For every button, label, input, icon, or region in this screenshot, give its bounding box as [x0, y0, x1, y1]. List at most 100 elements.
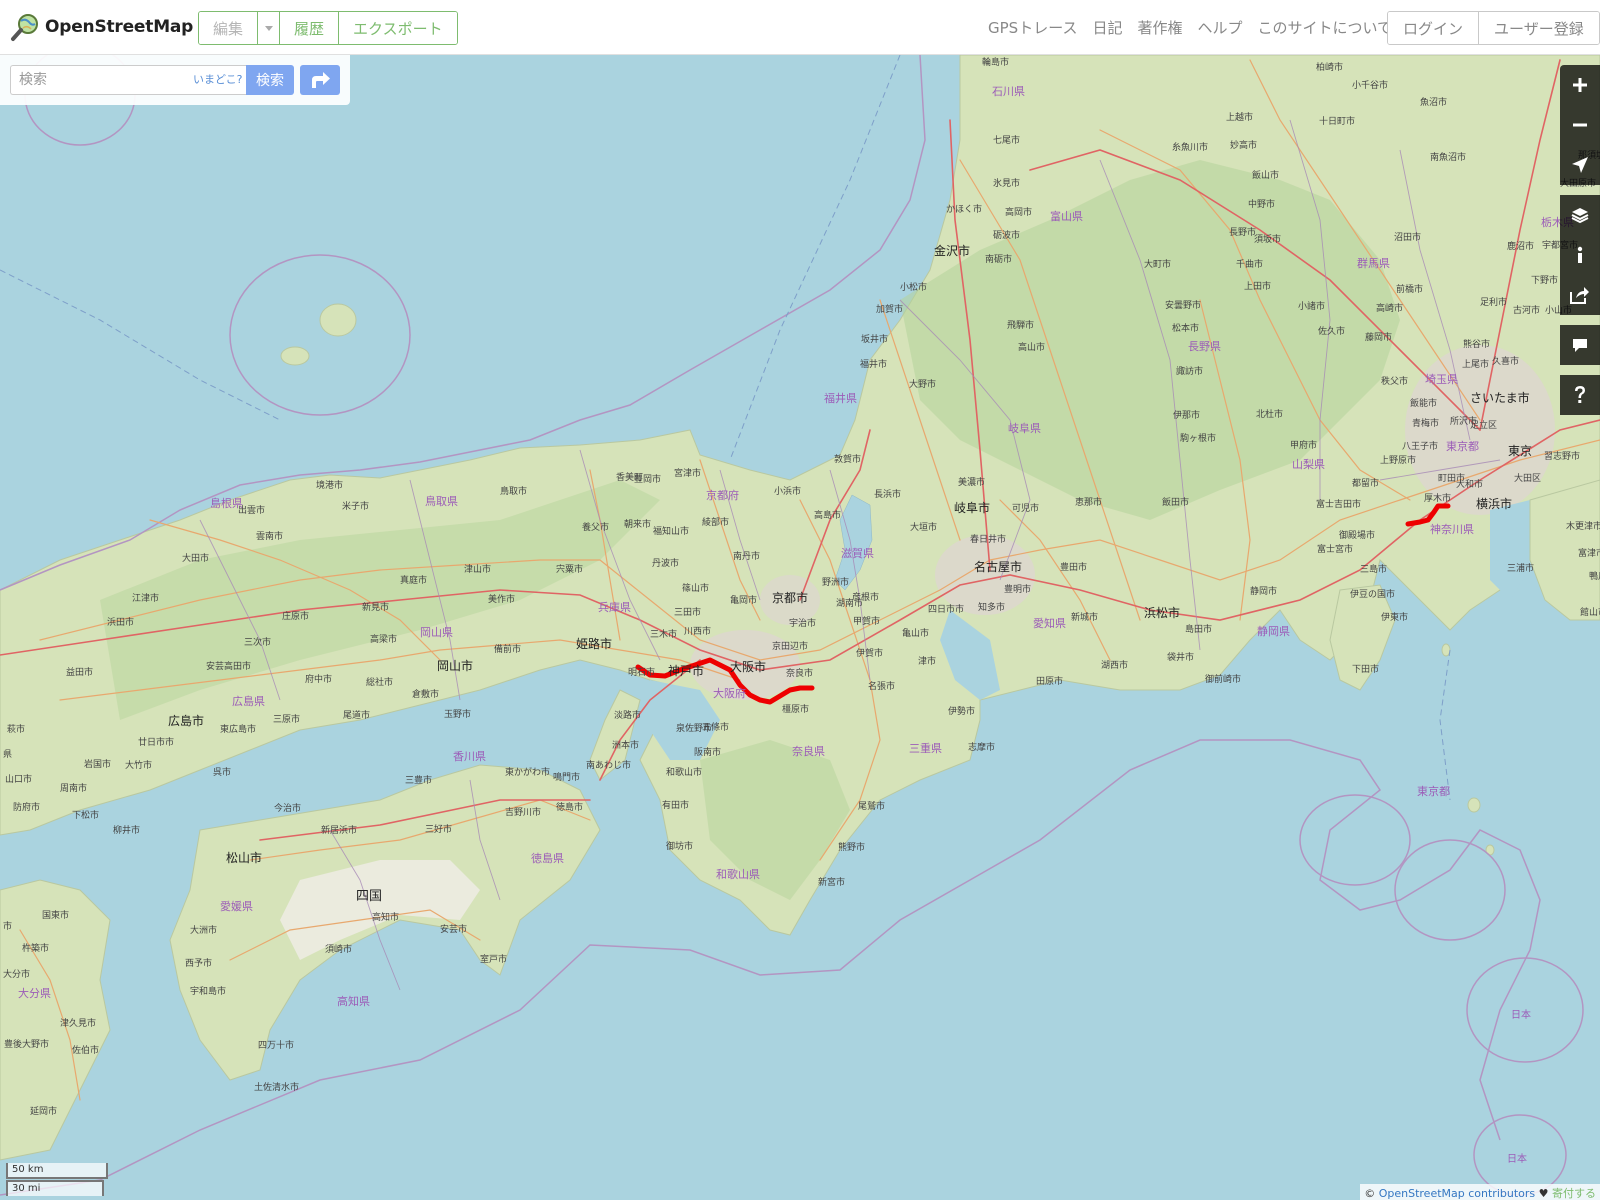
svg-text:鴨川市: 鴨川市 [1589, 570, 1600, 582]
nav-links: GPSトレース 日記 著作権 ヘルプ このサイトについて [988, 17, 1392, 38]
map[interactable]: 石川県 富山県 福井県 岐阜県 長野県 群馬県 栃木県 埼玉県 東京都 山梨県 … [0, 55, 1600, 1200]
add-note-button[interactable] [1560, 325, 1600, 365]
locate-button[interactable] [1560, 145, 1600, 185]
svg-text:鹿沼市: 鹿沼市 [1507, 240, 1534, 252]
svg-text:三次市: 三次市 [244, 636, 271, 648]
history-button[interactable]: 履歴 [280, 12, 340, 44]
svg-text:糸魚川市: 糸魚川市 [1172, 141, 1208, 153]
svg-text:伊豆の国市: 伊豆の国市 [1350, 588, 1395, 600]
svg-text:杵築市: 杵築市 [22, 942, 49, 954]
svg-text:室戸市: 室戸市 [480, 953, 507, 965]
svg-text:徳島県: 徳島県 [531, 851, 564, 865]
svg-text:亀岡市: 亀岡市 [730, 594, 757, 606]
search-button[interactable]: 検索 [246, 65, 294, 95]
svg-text:大野市: 大野市 [909, 378, 936, 390]
svg-text:市: 市 [3, 920, 12, 932]
svg-text:高山市: 高山市 [1018, 341, 1045, 353]
svg-text:上尾市: 上尾市 [1462, 358, 1489, 370]
svg-text:岐阜市: 岐阜市 [954, 500, 990, 515]
edit-dropdown-button[interactable] [258, 12, 281, 44]
svg-text:伊賀市: 伊賀市 [856, 647, 883, 659]
svg-text:備前市: 備前市 [494, 643, 521, 655]
svg-text:袋井市: 袋井市 [1167, 651, 1194, 663]
svg-text:知多市: 知多市 [978, 601, 1005, 613]
svg-text:高島市: 高島市 [814, 509, 841, 521]
svg-text:土佐清水市: 土佐清水市 [254, 1081, 299, 1093]
svg-text:下田市: 下田市 [1352, 663, 1379, 675]
donate-link[interactable]: 寄付する [1552, 1187, 1596, 1200]
logo[interactable]: OpenStreetMap [10, 12, 193, 42]
svg-text:佐久市: 佐久市 [1318, 325, 1345, 337]
svg-text:益田市: 益田市 [66, 666, 93, 678]
svg-text:京都市: 京都市 [772, 590, 808, 605]
logo-text: OpenStreetMap [45, 17, 194, 37]
svg-text:金沢市: 金沢市 [934, 243, 970, 258]
svg-text:かほく市: かほく市 [946, 203, 982, 215]
svg-text:美濃市: 美濃市 [958, 476, 985, 488]
svg-text:東広島市: 東広島市 [220, 723, 256, 735]
nav-about[interactable]: このサイトについて [1258, 17, 1393, 38]
signup-button[interactable]: ユーザー登録 [1479, 12, 1599, 44]
scale-km: 50 km [6, 1163, 108, 1179]
map-canvas[interactable]: 石川県 富山県 福井県 岐阜県 長野県 群馬県 栃木県 埼玉県 東京都 山梨県 … [0, 55, 1600, 1200]
nav-diary[interactable]: 日記 [1092, 17, 1122, 38]
zoom-in-button[interactable] [1560, 65, 1600, 105]
svg-text:厚木市: 厚木市 [1424, 492, 1451, 504]
query-features-button[interactable] [1560, 375, 1600, 415]
nav-help[interactable]: ヘルプ [1197, 17, 1242, 38]
svg-text:静岡市: 静岡市 [1250, 585, 1277, 597]
svg-text:岐阜県: 岐阜県 [1008, 422, 1041, 435]
svg-text:神奈川県: 神奈川県 [1430, 522, 1474, 536]
scale-mi: 30 mi [6, 1180, 104, 1196]
land-oki-2 [280, 346, 310, 366]
svg-text:高知県: 高知県 [337, 994, 370, 1008]
export-button[interactable]: エクスポート [339, 12, 457, 44]
svg-text:京都府: 京都府 [706, 488, 739, 502]
svg-text:加賀市: 加賀市 [876, 303, 903, 315]
svg-text:山梨県: 山梨県 [1292, 457, 1325, 471]
nav-copyright[interactable]: 著作権 [1137, 17, 1182, 38]
svg-text:鳴門市: 鳴門市 [553, 771, 580, 783]
svg-text:周南市: 周南市 [60, 782, 87, 794]
svg-text:砺波市: 砺波市 [993, 229, 1020, 241]
svg-text:三重県: 三重県 [909, 741, 942, 755]
svg-text:千曲市: 千曲市 [1236, 258, 1263, 270]
svg-text:姫路市: 姫路市 [576, 636, 612, 651]
map-key-button[interactable] [1560, 235, 1600, 275]
svg-text:魚沼市: 魚沼市 [1420, 96, 1447, 108]
svg-text:駒ヶ根市: 駒ヶ根市 [1180, 432, 1216, 444]
directions-button[interactable] [300, 65, 340, 95]
svg-text:滋賀県: 滋賀県 [841, 547, 874, 560]
nav-gps-traces[interactable]: GPSトレース [988, 17, 1077, 38]
svg-text:八王子市: 八王子市 [1402, 440, 1438, 452]
where-am-i-link[interactable]: いまどこ? [193, 71, 243, 87]
svg-text:愛知県: 愛知県 [1033, 616, 1066, 630]
svg-text:岡山県: 岡山県 [420, 626, 453, 639]
land-izu-isle-1 [1467, 797, 1481, 813]
svg-text:恵那市: 恵那市 [1075, 496, 1102, 508]
user-button-group: ログイン ユーザー登録 [1387, 11, 1600, 45]
svg-text:輪島市: 輪島市 [982, 56, 1009, 68]
share-icon [1570, 287, 1589, 304]
svg-text:埼玉県: 埼玉県 [1425, 372, 1458, 386]
svg-text:江津市: 江津市 [132, 592, 159, 604]
svg-text:富津市: 富津市 [1578, 547, 1600, 559]
svg-text:東かがわ市: 東かがわ市 [505, 766, 550, 778]
svg-text:三田市: 三田市 [674, 606, 701, 618]
svg-text:吉野川市: 吉野川市 [505, 806, 541, 818]
osm-contributors-link[interactable]: OpenStreetMap contributors [1379, 1187, 1535, 1200]
svg-text:泉佐野市: 泉佐野市 [676, 722, 712, 734]
svg-text:浜田市: 浜田市 [107, 616, 134, 628]
share-button[interactable] [1560, 275, 1600, 315]
svg-text:豊後大野市: 豊後大野市 [4, 1038, 49, 1050]
zoom-out-button[interactable] [1560, 105, 1600, 145]
svg-text:古河市: 古河市 [1513, 304, 1540, 316]
edit-button[interactable]: 編集 [199, 12, 259, 44]
svg-text:四国: 四国 [356, 889, 382, 904]
layers-button[interactable] [1560, 195, 1600, 235]
login-button[interactable]: ログイン [1388, 12, 1480, 44]
svg-text:静岡県: 静岡県 [1257, 624, 1290, 638]
svg-text:丹波市: 丹波市 [652, 557, 679, 569]
svg-text:京田辺市: 京田辺市 [772, 640, 808, 652]
svg-text:足利市: 足利市 [1480, 296, 1507, 308]
